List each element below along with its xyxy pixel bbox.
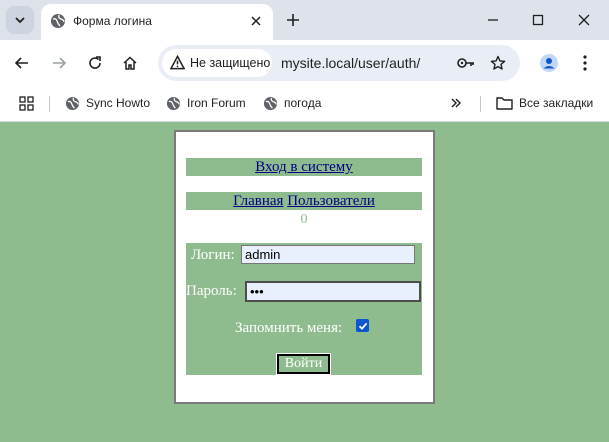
remember-checkbox[interactable] [356, 319, 369, 332]
login-form: Логин: Пароль: Запомнить меня: Войти [186, 243, 422, 375]
browser-toolbar: Не защищено mysite.local/user/auth/ [0, 40, 609, 86]
reload-icon [89, 56, 101, 69]
apps-button[interactable] [19, 94, 40, 112]
back-button[interactable] [9, 50, 35, 76]
bookmark-star-button[interactable] [487, 52, 509, 74]
home-button[interactable] [117, 50, 143, 76]
chevron-down-icon [15, 17, 25, 24]
reload-button[interactable] [82, 50, 108, 76]
nav-link-home[interactable]: Главная [233, 193, 283, 209]
close-window-button[interactable] [570, 6, 598, 34]
nav-bar: Главная Пользователи [186, 192, 422, 210]
plus-icon [287, 14, 299, 26]
active-tab[interactable]: Форма логина [41, 4, 273, 40]
all-bookmarks-button[interactable]: Все закладки [496, 94, 593, 112]
login-box: Вход в систему Главная Пользователи 0 Ло… [174, 130, 435, 404]
bookmarks-bar: Sync Howto Iron Forum погода Все закладк… [0, 86, 609, 121]
globe-icon [263, 96, 278, 110]
new-tab-button[interactable] [281, 8, 305, 32]
maximize-button[interactable] [524, 6, 552, 34]
login-label: Логин: [191, 247, 235, 263]
bookmark-label: погода [284, 96, 322, 110]
home-icon [123, 56, 137, 70]
maximize-icon [532, 14, 544, 26]
tab-search-button[interactable] [6, 6, 34, 34]
more-vertical-icon [583, 55, 587, 71]
warning-icon [170, 55, 185, 70]
star-icon [490, 55, 506, 70]
security-label: Не защищено [190, 56, 271, 70]
minimize-button[interactable] [479, 6, 507, 34]
folder-icon [496, 97, 513, 110]
key-icon [457, 58, 474, 68]
close-icon [251, 16, 261, 26]
password-label: Пароль: [186, 283, 237, 299]
bookmark-label: Iron Forum [187, 96, 246, 110]
bookmark-sync-howto[interactable]: Sync Howto [65, 94, 150, 112]
close-tab-button[interactable] [247, 12, 265, 30]
login-title-link[interactable]: Вход в систему [255, 159, 353, 175]
bookmarks-separator [480, 96, 481, 112]
bookmark-pogoda[interactable]: погода [263, 94, 321, 112]
forward-button[interactable] [46, 50, 72, 76]
nav-link-users[interactable]: Пользователи [287, 193, 375, 209]
security-indicator[interactable]: Не защищено [162, 49, 272, 77]
arrow-right-icon [53, 57, 67, 69]
browser-chrome: Форма логина Не защищено mysite.local/us… [0, 0, 609, 122]
password-manager-button[interactable] [455, 52, 477, 74]
password-input[interactable] [245, 281, 421, 302]
apps-grid-icon [19, 95, 34, 111]
bookmark-iron-forum[interactable]: Iron Forum [166, 94, 246, 112]
url-text[interactable]: mysite.local/user/auth/ [281, 55, 420, 71]
submit-button[interactable]: Войти [276, 353, 331, 375]
close-icon [578, 14, 590, 26]
bookmark-label: Sync Howto [86, 96, 151, 110]
more-bookmarks-button[interactable] [450, 94, 468, 112]
avatar-icon [540, 54, 558, 72]
globe-icon [166, 96, 181, 110]
browser-menu-button[interactable] [572, 50, 598, 76]
remember-label: Запомнить меня: [235, 320, 343, 336]
counter-text: 0 [300, 212, 308, 227]
all-bookmarks-label: Все закладки [519, 96, 594, 110]
address-bar[interactable]: Не защищено mysite.local/user/auth/ [158, 45, 520, 81]
profile-button[interactable] [536, 50, 562, 76]
bookmarks-separator [49, 96, 50, 112]
tab-strip: Форма логина [0, 0, 609, 40]
globe-icon [51, 14, 65, 28]
arrow-left-icon [14, 57, 28, 69]
login-input[interactable] [241, 245, 415, 264]
checkmark-icon [358, 322, 367, 330]
globe-icon [65, 96, 80, 110]
minimize-icon [488, 19, 498, 21]
title-bar: Вход в систему [186, 158, 422, 176]
chevron-double-right-icon [451, 98, 461, 108]
tab-title: Форма логина [73, 14, 152, 28]
